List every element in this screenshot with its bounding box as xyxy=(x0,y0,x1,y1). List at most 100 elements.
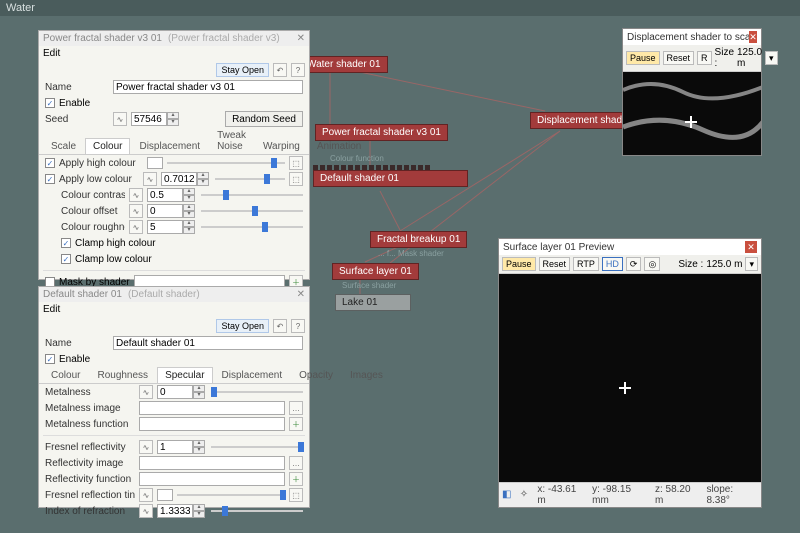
close-icon[interactable]: ✕ xyxy=(297,289,305,300)
tab-opacity[interactable]: Opacity xyxy=(291,367,341,383)
apply-low-checkbox[interactable]: ✓ xyxy=(45,174,55,184)
help-icon[interactable]: ? xyxy=(291,63,305,77)
refl-function-field[interactable] xyxy=(139,472,285,486)
ior-slider[interactable] xyxy=(211,506,303,516)
r-button[interactable]: R xyxy=(697,51,712,65)
colour-contrast-slider[interactable] xyxy=(201,190,303,200)
enable-label: Enable xyxy=(59,98,90,109)
tab-warping[interactable]: Warping xyxy=(255,138,308,154)
fresnel-refl-slider[interactable] xyxy=(211,442,303,452)
panel-power-fractal[interactable]: Power fractal shader v3 01(Power fractal… xyxy=(38,30,310,280)
node-fractal-breakup[interactable]: Fractal breakup 01 xyxy=(370,231,467,248)
clamp-high-checkbox[interactable]: ✓ xyxy=(61,238,71,248)
colour-picker-icon[interactable]: ⬚ xyxy=(289,488,303,502)
apply-high-checkbox[interactable]: ✓ xyxy=(45,158,55,168)
close-icon[interactable]: ✕ xyxy=(745,241,757,253)
apply-high-slider[interactable] xyxy=(167,158,285,168)
rtp-button[interactable]: RTP xyxy=(573,257,599,271)
preview-surface-layer[interactable]: Surface layer 01 Preview✕ Pause Reset RT… xyxy=(498,238,762,508)
function-icon[interactable]: ∿ xyxy=(129,188,143,202)
edit-label[interactable]: Edit xyxy=(43,48,60,59)
reset-button[interactable]: Reset xyxy=(539,257,571,271)
function-icon[interactable]: ∿ xyxy=(139,440,153,454)
preview-viewport[interactable] xyxy=(499,274,761,482)
seed-label: Seed xyxy=(45,114,109,125)
function-icon[interactable]: ∿ xyxy=(129,220,143,234)
assign-shader-icon[interactable]: ＋ xyxy=(289,417,303,431)
colour-picker-icon[interactable]: ⬚ xyxy=(289,172,303,186)
function-icon[interactable]: ∿ xyxy=(139,504,153,518)
fresnel-tint-slider[interactable] xyxy=(177,490,285,500)
close-icon[interactable]: ✕ xyxy=(297,33,305,44)
colour-roughness-stepper[interactable]: ▴▾ xyxy=(147,220,197,234)
close-icon[interactable]: ✕ xyxy=(749,31,757,43)
refl-image-field[interactable] xyxy=(139,456,285,470)
browse-icon[interactable]: … xyxy=(289,401,303,415)
undo-icon[interactable]: ↶ xyxy=(273,63,287,77)
colour-contrast-stepper[interactable]: ▴▾ xyxy=(147,188,197,202)
tab-colour[interactable]: Colour xyxy=(85,138,130,154)
colour-swatch-high[interactable] xyxy=(147,157,163,169)
tab-specular[interactable]: Specular xyxy=(157,367,212,383)
function-icon[interactable]: ∿ xyxy=(139,385,153,399)
dropdown-icon[interactable]: ▾ xyxy=(765,51,778,65)
function-icon[interactable]: ∿ xyxy=(129,204,143,218)
fresnel-refl-stepper[interactable]: ▴▾ xyxy=(157,440,207,454)
assign-shader-icon[interactable]: ＋ xyxy=(289,472,303,486)
seed-stepper[interactable]: ▴▾ xyxy=(131,112,181,126)
node-lake[interactable]: Lake 01 xyxy=(335,294,411,311)
tab-displacement[interactable]: Displacement xyxy=(214,367,291,383)
ior-stepper[interactable]: ▴▾ xyxy=(157,504,207,518)
hd-button[interactable]: HD xyxy=(602,257,623,271)
reset-button[interactable]: Reset xyxy=(663,51,695,65)
name-field[interactable] xyxy=(113,80,303,94)
help-icon[interactable]: ? xyxy=(291,319,305,333)
colour-picker-icon[interactable]: ⬚ xyxy=(289,156,303,170)
tab-images[interactable]: Images xyxy=(342,367,391,383)
function-icon[interactable]: ∿ xyxy=(143,172,157,186)
stay-open-button[interactable]: Stay Open xyxy=(216,63,269,77)
colour-offset-slider[interactable] xyxy=(201,206,303,216)
tab-scale[interactable]: Scale xyxy=(43,138,84,154)
metalness-slider[interactable] xyxy=(211,387,303,397)
edit-label[interactable]: Edit xyxy=(43,304,60,315)
preview-displacement[interactable]: Displacement shader to scalar 01 Preview… xyxy=(622,28,762,156)
node-surface-layer[interactable]: Surface layer 01 xyxy=(332,263,419,280)
browse-icon[interactable]: … xyxy=(289,456,303,470)
enable-checkbox[interactable]: ✓ xyxy=(45,354,55,364)
metalness-image-field[interactable] xyxy=(139,401,285,415)
seed-function-icon[interactable]: ∿ xyxy=(113,112,127,126)
pause-button[interactable]: Pause xyxy=(502,257,536,271)
node-default-shader[interactable]: Default shader 01 xyxy=(313,164,468,187)
pause-button[interactable]: Pause xyxy=(626,51,660,65)
tool-icon[interactable]: ⟳ xyxy=(626,257,642,271)
node-water-shader[interactable]: Water shader 01 xyxy=(300,56,388,73)
enable-checkbox[interactable]: ✓ xyxy=(45,98,55,108)
preview-viewport[interactable] xyxy=(623,72,761,155)
tabs: Colour Roughness Specular Displacement O… xyxy=(39,367,309,384)
colour-roughness-slider[interactable] xyxy=(201,222,303,232)
tab-tweak-noise[interactable]: Tweak Noise xyxy=(209,127,254,154)
name-field[interactable] xyxy=(113,336,303,350)
tool-icon[interactable]: ◎ xyxy=(644,257,660,271)
colour-offset-stepper[interactable]: ▴▾ xyxy=(147,204,197,218)
clamp-low-checkbox[interactable]: ✓ xyxy=(61,254,71,264)
label-surface-shader: Surface shader xyxy=(342,281,396,290)
apply-low-stepper[interactable]: ▴▾ xyxy=(161,172,211,186)
random-seed-button[interactable]: Random Seed xyxy=(225,111,303,127)
dropdown-icon[interactable]: ▾ xyxy=(745,257,758,271)
metalness-function-field[interactable] xyxy=(139,417,285,431)
stay-open-button[interactable]: Stay Open xyxy=(216,319,269,333)
wand-icon[interactable]: ✧ xyxy=(520,489,532,501)
undo-icon[interactable]: ↶ xyxy=(273,319,287,333)
apply-low-slider[interactable] xyxy=(215,174,285,184)
tab-displacement[interactable]: Displacement xyxy=(131,138,208,154)
tab-colour[interactable]: Colour xyxy=(43,367,88,383)
function-icon[interactable]: ∿ xyxy=(139,488,153,502)
tab-roughness[interactable]: Roughness xyxy=(89,367,156,383)
colour-swatch-tint[interactable] xyxy=(157,489,173,501)
tab-animation[interactable]: Animation xyxy=(309,138,369,154)
metalness-stepper[interactable]: ▴▾ xyxy=(157,385,207,399)
toggle-icon[interactable]: ◧ xyxy=(502,489,514,501)
panel-default-shader[interactable]: Default shader 01(Default shader) ✕ Edit… xyxy=(38,286,310,508)
